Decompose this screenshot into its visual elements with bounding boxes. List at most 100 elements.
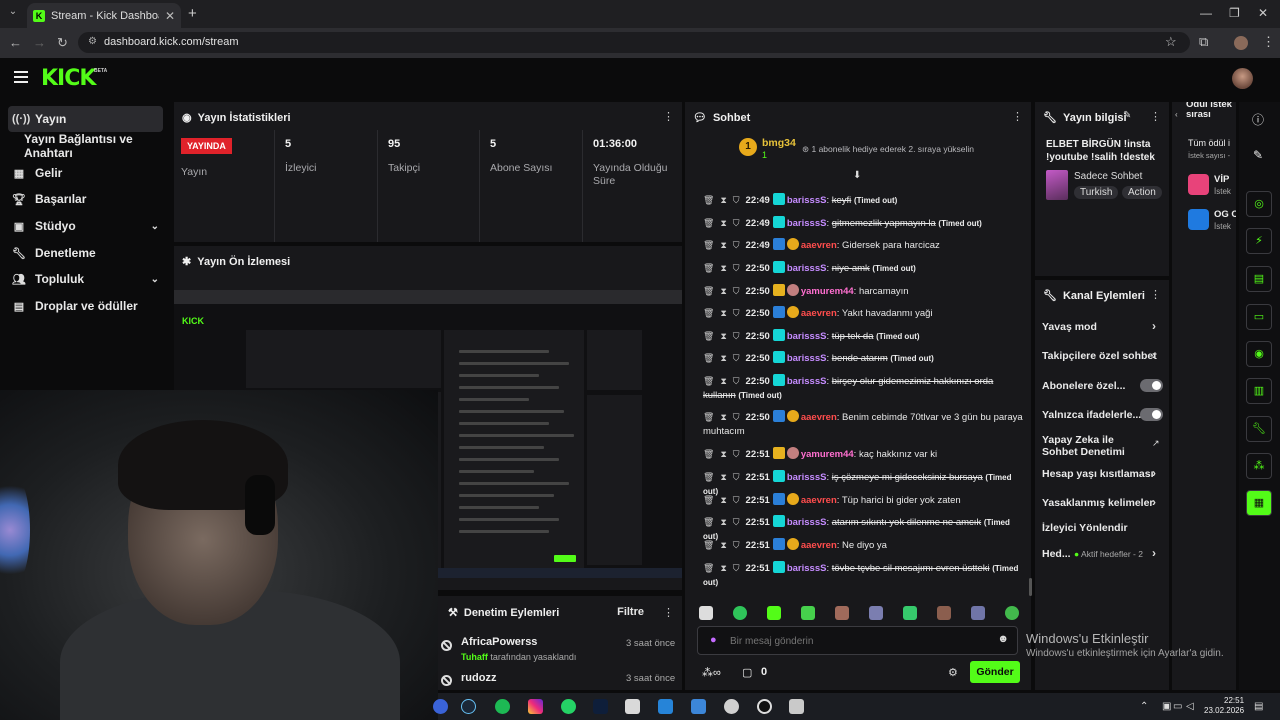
vscode-icon[interactable] <box>658 699 673 714</box>
chevron-right-icon[interactable]: › <box>1152 348 1156 362</box>
chat-input[interactable] <box>730 632 980 650</box>
taskbar-app-icon[interactable] <box>691 699 706 714</box>
emote-icon[interactable] <box>699 606 713 620</box>
delete-icon[interactable]: 🗑︎ <box>703 351 714 365</box>
chat-username[interactable]: barisssS <box>787 376 827 387</box>
taskbar-app-icon[interactable] <box>593 699 608 714</box>
site-info-icon[interactable]: ⚙ <box>88 36 97 47</box>
toolbar-button-wrench[interactable]: 🔧︎ <box>1246 416 1272 442</box>
chat-username[interactable]: barisssS <box>787 517 827 528</box>
timeout-icon[interactable]: ⧗ <box>720 470 726 484</box>
ban-user-icon[interactable]: ⛉ <box>733 538 740 552</box>
delete-icon[interactable]: 🗑︎ <box>703 284 714 298</box>
toolbar-button-broadcast[interactable]: ◉ <box>1246 341 1272 367</box>
taskbar-app-icon[interactable] <box>625 699 640 714</box>
steam-icon[interactable] <box>461 699 476 714</box>
emote-icon[interactable] <box>971 606 985 620</box>
sidebar-item-studyo[interactable]: ▣ Stüdyo ⌄ <box>8 213 163 239</box>
sidebar-item-stream-key[interactable]: Yayın Bağlantısı ve Anahtarı <box>20 132 170 160</box>
pinned-user[interactable]: bmg34 <box>762 137 796 149</box>
ban-user-icon[interactable]: ⛉ <box>733 470 740 484</box>
chat-username[interactable]: barisssS <box>787 563 827 574</box>
toolbar-button-clips[interactable]: ▦ <box>1246 490 1272 516</box>
category-name[interactable]: Sadece Sohbet <box>1074 171 1142 182</box>
chevron-right-icon[interactable]: › <box>1152 319 1156 333</box>
delete-icon[interactable]: 🗑︎ <box>703 447 714 461</box>
action-raid[interactable]: İzleyici Yönlendir <box>1042 522 1128 534</box>
chat-message[interactable]: 🗑︎ ⧗ ⛉ 22:51 aaevren: Ne diyo ya <box>697 538 1027 553</box>
send-button[interactable]: Gönder <box>970 661 1020 683</box>
filter-button[interactable]: Filtre <box>617 606 644 618</box>
emoji-icon[interactable]: ☻ <box>997 633 1009 645</box>
ban-user-icon[interactable]: ⛉ <box>733 561 740 575</box>
chat-username[interactable]: barisssS <box>787 263 827 274</box>
chat-message[interactable]: 🗑︎ ⧗ ⛉ 22:50 aaevren: Benim cebimde 70tlvar … <box>697 410 1027 439</box>
more-icon[interactable]: ⋮ <box>663 110 674 123</box>
timeout-icon[interactable]: ⧗ <box>720 561 726 575</box>
taskbar-app-icon[interactable] <box>724 699 739 714</box>
points-icon[interactable]: ⁂∞ <box>702 666 721 679</box>
user-avatar[interactable] <box>1232 68 1253 89</box>
delete-icon[interactable]: 🗑︎ <box>703 216 714 230</box>
sidebar-item-gelir[interactable]: ▦ Gelir <box>8 160 163 186</box>
ban-user-icon[interactable]: ⛉ <box>733 216 740 230</box>
reload-icon[interactable]: ↻ <box>57 35 68 51</box>
action-account-age[interactable]: Hesap yaşı kısıtlaması <box>1042 468 1154 480</box>
toolbar-button-camera[interactable]: ◎ <box>1246 191 1272 217</box>
emotes-only-toggle[interactable] <box>1140 408 1163 421</box>
tray-chevron-icon[interactable]: ⌃ <box>1140 701 1148 712</box>
chat-username[interactable]: barisssS <box>787 331 827 342</box>
emote-icon[interactable] <box>767 606 781 620</box>
category-thumbnail[interactable] <box>1046 170 1068 200</box>
delete-icon[interactable]: 🗑︎ <box>703 410 714 424</box>
timeout-icon[interactable]: ⧗ <box>720 306 726 320</box>
sidebar-item-basarilar[interactable]: 🏆︎ Başarılar <box>8 186 163 212</box>
action-ai-moderation[interactable]: Yapay Zeka ile Sohbet Denetimi <box>1042 434 1147 458</box>
timeout-icon[interactable]: ⧗ <box>720 515 726 529</box>
chat-scrollbar[interactable] <box>1029 578 1032 596</box>
delete-icon[interactable]: 🗑︎ <box>703 193 714 207</box>
browser-tab[interactable]: K Stream - Kick Dashboard ✕ <box>27 3 181 28</box>
url-input[interactable]: dashboard.kick.com/stream <box>78 32 1190 53</box>
new-tab-icon[interactable]: + <box>188 5 197 22</box>
chat-username[interactable]: barisssS <box>787 472 827 483</box>
forward-icon[interactable]: → <box>33 35 46 50</box>
ban-user-icon[interactable]: ⛉ <box>733 374 740 388</box>
emote-icon[interactable] <box>1005 606 1019 620</box>
ban-user-icon[interactable]: ⛉ <box>733 447 740 461</box>
chat-message[interactable]: 🗑︎ ⧗ ⛉ 22:50 yamurem44: harcamayın <box>697 284 1027 299</box>
chat-input-box[interactable]: ● ☻ <box>697 626 1018 655</box>
kick-logo[interactable]: KICK <box>41 66 96 91</box>
subscribers-only-toggle[interactable] <box>1140 379 1163 392</box>
ban-user-icon[interactable]: ⛉ <box>733 410 740 424</box>
chevron-right-icon[interactable]: › <box>1152 495 1156 509</box>
back-icon[interactable]: ← <box>9 35 22 50</box>
chat-message[interactable]: 🗑︎ ⧗ ⛉ 22:49 barisssS: keyfi (Timed out) <box>697 193 1027 208</box>
settings-gear-icon[interactable]: ⚙ <box>948 666 958 679</box>
taskbar-app-icon[interactable] <box>789 699 804 714</box>
ban-user-icon[interactable]: ⛉ <box>733 493 740 507</box>
chevron-right-icon[interactable]: › <box>1152 546 1156 560</box>
chat-username[interactable]: barisssS <box>787 353 827 364</box>
more-icon[interactable]: ⋮ <box>1012 110 1023 123</box>
network-icon[interactable]: ▭ <box>1173 701 1182 712</box>
taskbar-app-icon[interactable] <box>433 699 448 714</box>
delete-icon[interactable]: 🗑︎ <box>703 238 714 252</box>
sidebar-item-droplar[interactable]: ▤ Droplar ve ödüller <box>8 293 163 319</box>
minimize-icon[interactable]: — <box>1200 6 1212 20</box>
toolbar-button-layout[interactable]: ▥ <box>1246 378 1272 404</box>
reward-filter[interactable]: Tüm ödül i <box>1188 138 1230 148</box>
delete-icon[interactable]: 🗑︎ <box>703 374 714 388</box>
timeout-icon[interactable]: ⧗ <box>720 447 726 461</box>
ban-user-icon[interactable]: ⛉ <box>733 306 740 320</box>
chat-username[interactable]: aaevren <box>801 540 837 551</box>
action-slow-mode[interactable]: Yavaş mod <box>1042 321 1097 333</box>
browser-menu-icon[interactable]: ⋮ <box>1262 34 1275 50</box>
emote-icon[interactable] <box>869 606 883 620</box>
chat-message[interactable]: 🗑︎ ⧗ ⛉ 22:50 barisssS: niye amk (Timed out) <box>697 261 1027 276</box>
chat-message[interactable]: 🗑︎ ⧗ ⛉ 22:49 aaevren: Gidersek para harcicaz <box>697 238 1027 253</box>
info-icon[interactable]: ⓘ <box>1252 111 1264 128</box>
timeout-icon[interactable]: ⧗ <box>720 238 726 252</box>
reward-item-label[interactable]: VİP <box>1214 174 1229 185</box>
chat-message[interactable]: 🗑︎ ⧗ ⛉ 22:51 aaevren: Tüp harici bi gider yo… <box>697 493 1027 508</box>
